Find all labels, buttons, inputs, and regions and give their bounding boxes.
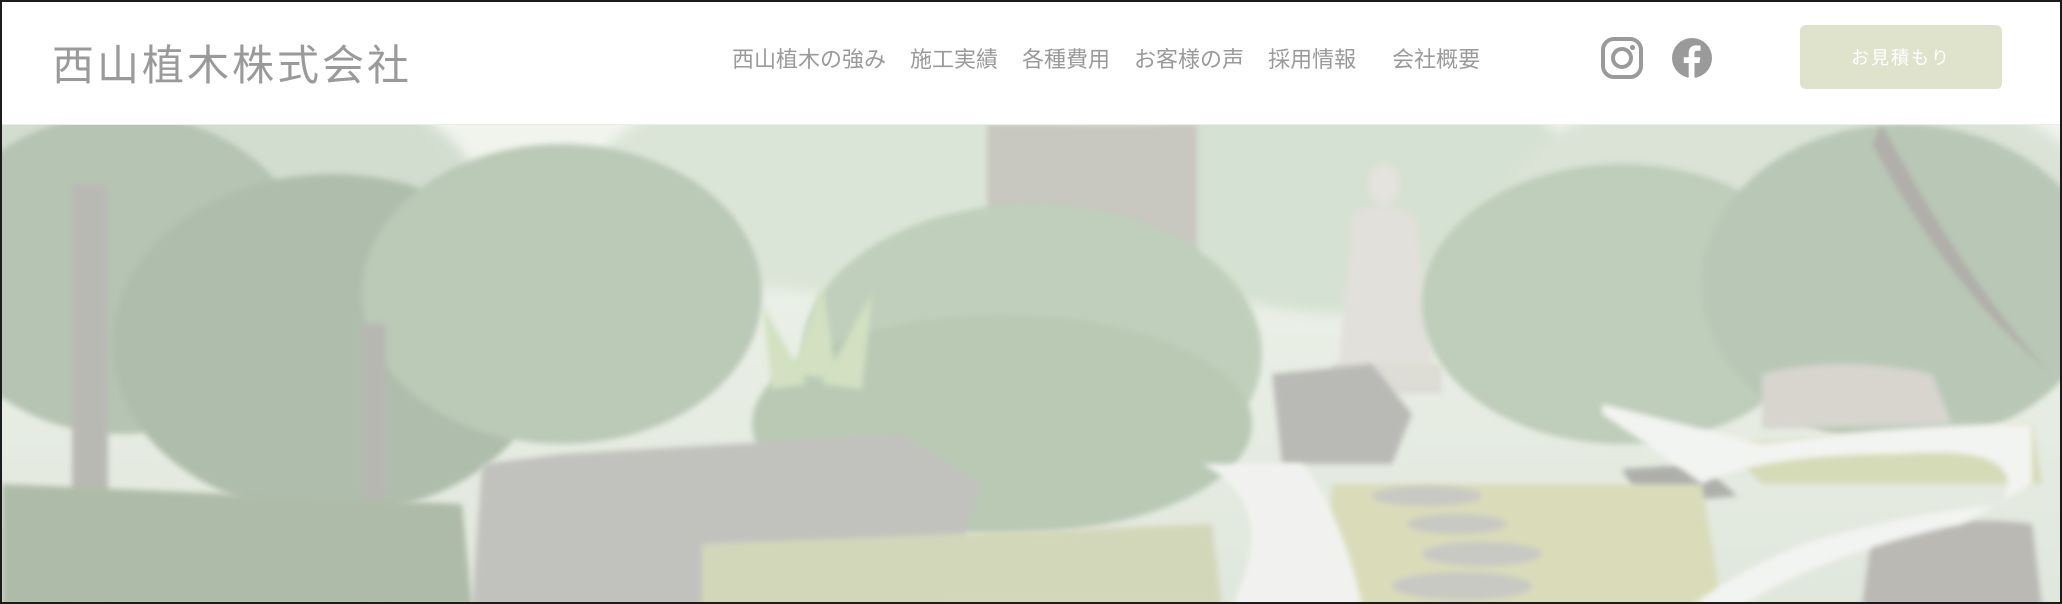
nav-item-costs[interactable]: 各種費用 <box>1022 42 1110 74</box>
garden-illustration <box>2 124 2060 602</box>
estimate-button[interactable]: お見積もり <box>1800 25 2002 89</box>
site-header: 西山植木株式会社 西山植木の強み 施工実績 各種費用 お客様の声 採用情報 会社… <box>2 2 2060 125</box>
main-nav: 西山植木の強み 施工実績 各種費用 お客様の声 採用情報 会社概要 <box>732 42 1504 74</box>
nav-item-voices[interactable]: お客様の声 <box>1134 42 1244 74</box>
nav-item-works[interactable]: 施工実績 <box>910 42 998 74</box>
instagram-icon[interactable] <box>1600 36 1644 80</box>
page-frame: 西山植木株式会社 西山植木の強み 施工実績 各種費用 お客様の声 採用情報 会社… <box>0 0 2062 604</box>
nav-item-strengths[interactable]: 西山植木の強み <box>732 42 886 74</box>
hero-garden-image <box>2 124 2060 602</box>
site-logo[interactable]: 西山植木株式会社 <box>52 32 412 93</box>
nav-item-company[interactable]: 会社概要 <box>1392 42 1480 74</box>
social-links <box>1600 36 1714 80</box>
facebook-icon[interactable] <box>1670 36 1714 80</box>
nav-item-recruit[interactable]: 採用情報 <box>1268 42 1356 74</box>
